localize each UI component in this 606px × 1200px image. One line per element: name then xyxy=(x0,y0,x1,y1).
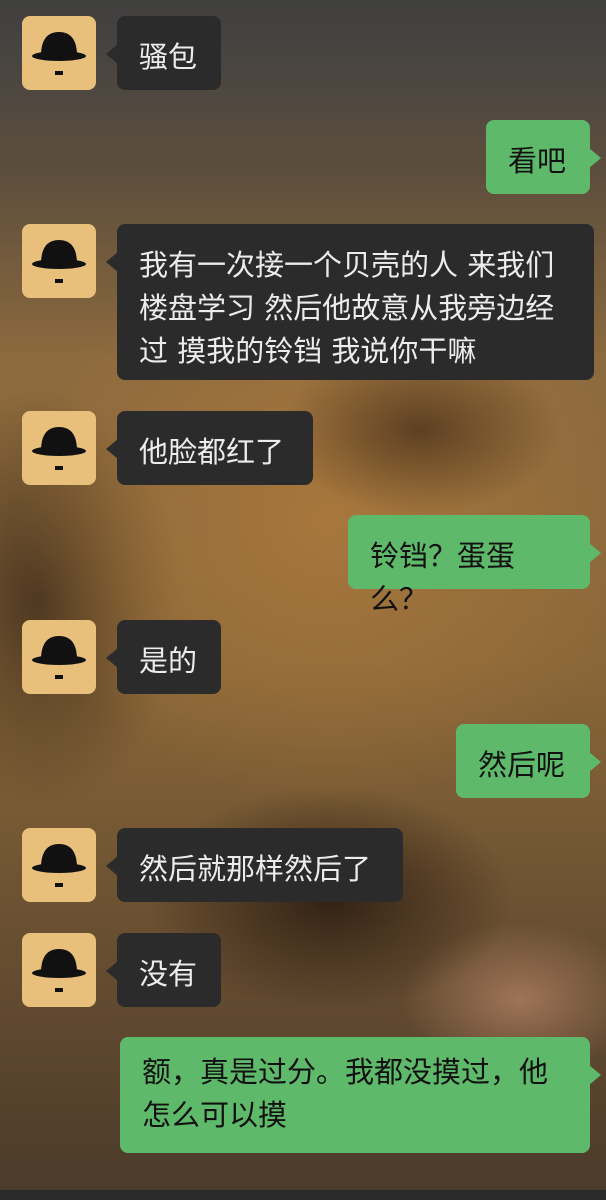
bowler-hat-mustache-icon xyxy=(32,636,86,679)
bowler-hat-mustache-icon xyxy=(32,844,86,887)
message-row: 骚包 xyxy=(0,16,606,90)
message-bubble-incoming[interactable]: 我有一次接一个贝壳的人 来我们楼盘学习 然后他故意从我旁边经过 摸我的铃铛 我说… xyxy=(106,224,594,380)
message-row: 看吧 xyxy=(0,120,606,194)
message-bubble-incoming[interactable]: 没有 xyxy=(106,933,221,1007)
message-row: 然后呢 xyxy=(0,724,606,798)
message-row: 是的 xyxy=(0,620,606,694)
message-row: 然后就那样然后了 xyxy=(0,828,606,902)
avatar[interactable] xyxy=(22,224,96,298)
message-row: 我有一次接一个贝壳的人 来我们楼盘学习 然后他故意从我旁边经过 摸我的铃铛 我说… xyxy=(0,224,606,380)
avatar[interactable] xyxy=(22,933,96,1007)
message-bubble-outgoing[interactable]: 额，真是过分。我都没摸过，他怎么可以摸 xyxy=(120,1037,601,1153)
message-bubble-incoming[interactable]: 他脸都红了 xyxy=(106,411,313,485)
bowler-hat-mustache-icon xyxy=(32,427,86,470)
message-bubble-incoming[interactable]: 骚包 xyxy=(106,16,221,90)
bowler-hat-mustache-icon xyxy=(32,949,86,992)
message-bubble-incoming[interactable]: 然后就那样然后了 xyxy=(106,828,403,902)
message-row: 没有 xyxy=(0,933,606,1007)
message-bubble-outgoing[interactable]: 铃铛？蛋蛋么？ xyxy=(348,515,601,616)
message-row: 额，真是过分。我都没摸过，他怎么可以摸 xyxy=(0,1037,606,1153)
avatar[interactable] xyxy=(22,620,96,694)
message-row: 铃铛？蛋蛋么？ xyxy=(0,515,606,616)
avatar[interactable] xyxy=(22,411,96,485)
message-bubble-incoming[interactable]: 是的 xyxy=(106,620,221,694)
message-bubble-outgoing[interactable]: 看吧 xyxy=(486,120,601,194)
avatar[interactable] xyxy=(22,828,96,902)
bowler-hat-mustache-icon xyxy=(32,240,86,283)
message-bubble-outgoing[interactable]: 然后呢 xyxy=(456,724,601,798)
avatar[interactable] xyxy=(22,16,96,90)
input-bar-edge xyxy=(0,1190,606,1200)
bowler-hat-mustache-icon xyxy=(32,32,86,75)
message-row: 他脸都红了 xyxy=(0,411,606,485)
